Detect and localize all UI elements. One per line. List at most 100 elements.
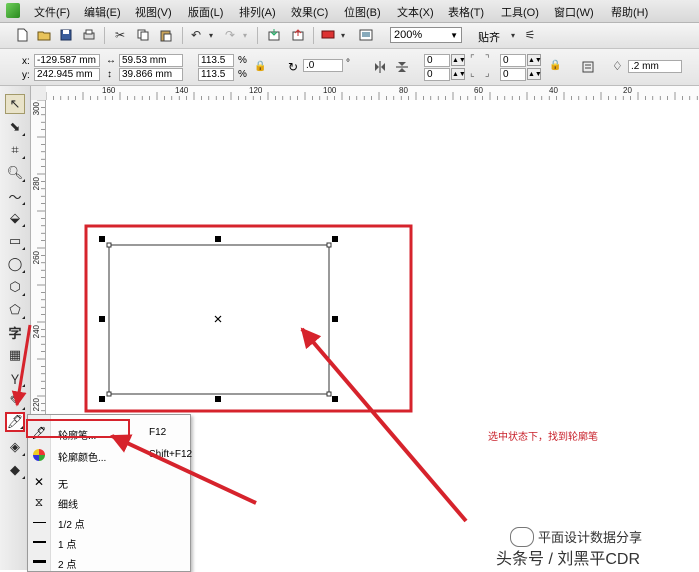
launcher-dropdown-icon[interactable]: ▾ xyxy=(335,28,351,42)
zoom-tool-icon[interactable]: 🔍︎ xyxy=(5,163,25,183)
print-icon[interactable] xyxy=(81,28,97,42)
y-position-input[interactable]: 242.945 mm xyxy=(34,68,100,81)
copy-icon[interactable] xyxy=(135,28,151,42)
rotate-icon: ↻ xyxy=(288,60,299,74)
outline-pen-tool-icon[interactable]: 🖊︎ xyxy=(5,412,25,432)
ruler-label: 160 xyxy=(102,86,116,95)
menu-view[interactable]: 视图(V) xyxy=(135,4,172,20)
open-folder-icon[interactable] xyxy=(36,28,52,42)
ruler-label: 140 xyxy=(175,86,189,95)
export-icon[interactable] xyxy=(290,28,306,42)
standard-toolbar: ✂ ↶ ▾ ↷ ▾ ▾ 200% ▼ 贴齐 ▾ ⚟ xyxy=(0,23,699,49)
menu-effects[interactable]: 效果(C) xyxy=(291,4,328,20)
width-input[interactable]: 59.53 mm xyxy=(119,54,183,67)
basic-shapes-tool-icon[interactable]: ⬠ xyxy=(5,300,25,320)
outline-width-select[interactable]: .2 mm xyxy=(628,60,682,73)
corner-radius-3[interactable]: 0 xyxy=(424,68,450,81)
undo-icon[interactable]: ↶ xyxy=(188,28,204,42)
flyout-item-1-point[interactable]: 1 点 xyxy=(28,532,190,552)
zoom-level-select[interactable]: 200% ▼ xyxy=(390,27,462,43)
menu-arrange[interactable]: 排列(A) xyxy=(239,4,276,20)
lock-ratio-icon[interactable]: 🔒 xyxy=(254,61,266,72)
crop-tool-icon[interactable]: ⌗ xyxy=(5,140,25,160)
smart-fill-tool-icon[interactable]: ⬙ xyxy=(5,208,25,228)
menu-tools[interactable]: 工具(O) xyxy=(501,4,539,20)
redo-icon[interactable]: ↷ xyxy=(222,28,238,42)
menu-window[interactable]: 窗口(W) xyxy=(554,4,594,20)
rectangle-tool-icon[interactable]: ▭ xyxy=(5,231,25,251)
mirror-vertical-icon[interactable] xyxy=(394,60,410,74)
rotation-input[interactable]: .0 xyxy=(303,59,343,72)
new-document-icon[interactable] xyxy=(14,28,30,42)
degree-label: ° xyxy=(346,58,350,69)
menu-edit[interactable]: 编辑(E) xyxy=(84,4,121,20)
flyout-item-half-point[interactable]: 1/2 点 xyxy=(28,512,190,532)
welcome-screen-icon[interactable] xyxy=(358,28,374,42)
menu-bitmaps[interactable]: 位图(B) xyxy=(344,4,381,20)
annotation-text: 选中状态下，找到轮廓笔 xyxy=(488,432,598,443)
fill-tool-icon[interactable]: ◈ xyxy=(5,437,25,457)
text-tool-icon[interactable]: 字 xyxy=(5,322,25,342)
horizontal-ruler[interactable]: 160 140 120 100 80 60 40 20 xyxy=(46,86,699,101)
import-icon[interactable] xyxy=(266,28,282,42)
paste-icon[interactable] xyxy=(158,28,174,42)
ruler-label: 280 xyxy=(32,177,41,191)
mirror-horizontal-icon[interactable] xyxy=(372,60,388,74)
spinner-icon[interactable]: ▲▼ xyxy=(451,54,466,66)
percent-label-2: % xyxy=(238,69,247,80)
corner-bracket-icon: ⌜ xyxy=(470,54,475,65)
corner-radius-2[interactable]: 0 xyxy=(500,54,526,67)
dimension-tool-icon[interactable]: Ｙ xyxy=(5,368,25,388)
lock-corners-icon[interactable]: 🔒 xyxy=(549,60,561,71)
percent-label: % xyxy=(238,55,247,66)
spinner-icon-3[interactable]: ▲▼ xyxy=(527,54,542,66)
wrap-text-icon[interactable] xyxy=(580,60,596,74)
ellipse-tool-icon[interactable]: ◯ xyxy=(5,254,25,274)
x-position-input[interactable]: -129.587 mm xyxy=(34,54,100,67)
interactive-fill-tool-icon[interactable]: ◆ xyxy=(5,460,25,480)
ruler-origin-corner[interactable] xyxy=(31,86,47,101)
menu-text[interactable]: 文本(X) xyxy=(397,4,434,20)
watermark-line-1: 平面设计数据分享 xyxy=(538,530,643,545)
zoom-level-value: 200% xyxy=(394,29,423,41)
undo-dropdown-icon[interactable]: ▾ xyxy=(203,28,219,42)
x-label: x: xyxy=(22,56,30,67)
ruler-label: 220 xyxy=(32,398,41,412)
color-wheel-icon xyxy=(32,448,46,462)
app-logo-icon xyxy=(6,3,20,18)
corner-bracket-icon-4: ⌟ xyxy=(485,68,490,79)
corner-radius-1[interactable]: 0 xyxy=(424,54,450,67)
options-icon[interactable]: ⚟ xyxy=(522,28,538,42)
spinner-icon-4[interactable]: ▲▼ xyxy=(527,68,542,80)
ruler-label: 120 xyxy=(249,86,263,95)
height-input[interactable]: 39.866 mm xyxy=(119,68,183,81)
table-tool-icon[interactable]: ▦ xyxy=(5,345,25,365)
snap-to-button[interactable]: 贴齐 xyxy=(478,29,500,45)
pick-tool-icon[interactable]: ↖ xyxy=(5,94,25,114)
menu-help[interactable]: 帮助(H) xyxy=(611,4,648,20)
flyout-item-hairline[interactable]: ⧖ 细线 xyxy=(28,492,190,512)
eyedropper-tool-icon[interactable]: ✎ xyxy=(5,391,25,411)
corner-radius-4[interactable]: 0 xyxy=(500,68,526,81)
menu-layout[interactable]: 版面(L) xyxy=(188,4,223,20)
outline-pen-nib-icon: ♢ xyxy=(612,59,623,73)
scale-width-input[interactable]: 113.5 xyxy=(198,54,234,67)
redo-dropdown-icon[interactable]: ▾ xyxy=(237,28,253,42)
shape-tool-icon[interactable]: ⬊ xyxy=(5,117,25,137)
spinner-icon-2[interactable]: ▲▼ xyxy=(451,68,466,80)
application-launcher-icon[interactable] xyxy=(320,28,336,42)
hourglass-icon: ⧖ xyxy=(34,494,44,509)
flyout-item-2-point[interactable]: 2 点 xyxy=(28,552,190,572)
save-icon[interactable] xyxy=(58,28,74,42)
freehand-tool-icon[interactable]: 〜 xyxy=(5,186,25,206)
flyout-item-outline-color[interactable]: 轮廓颜色... Shift+F12 xyxy=(28,445,192,465)
cut-icon[interactable]: ✂ xyxy=(112,28,128,42)
ruler-label: 40 xyxy=(549,86,558,95)
flyout-item-none[interactable]: ✕ 无 xyxy=(28,472,190,492)
scale-height-input[interactable]: 113.5 xyxy=(198,68,234,81)
ruler-label: 100 xyxy=(323,86,337,95)
polygon-tool-icon[interactable]: ⬡ xyxy=(5,277,25,297)
menu-file[interactable]: 文件(F) xyxy=(34,4,70,20)
menu-table[interactable]: 表格(T) xyxy=(448,4,484,20)
snap-dropdown-icon[interactable]: ▾ xyxy=(505,28,521,42)
